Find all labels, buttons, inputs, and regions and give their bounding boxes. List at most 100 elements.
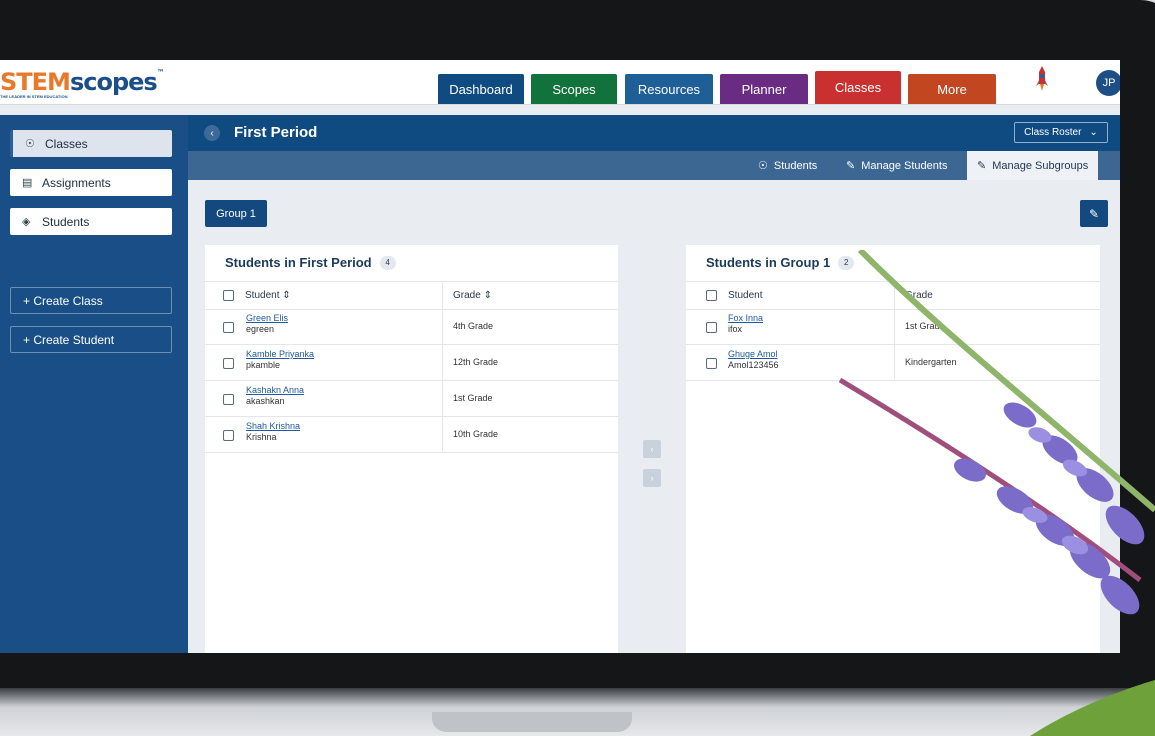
sidebar-item-students[interactable]: ◈ Students: [10, 208, 172, 235]
nav-scopes[interactable]: Scopes: [531, 74, 617, 104]
nav-planner[interactable]: Planner: [720, 74, 808, 104]
column-label: Grade: [453, 290, 481, 301]
class-roster-dropdown[interactable]: Class Roster ⌄: [1014, 122, 1108, 143]
table-row: Ghuge Amol Amol123456 Kindergarten: [686, 344, 1100, 381]
tab-manage-students[interactable]: ✎ Manage Students: [846, 151, 947, 180]
top-header: STEMscopes™ THE LEADER IN STEM EDUCATION…: [0, 60, 1120, 105]
chevron-left-icon: ‹: [650, 444, 654, 454]
chevron-right-icon: ›: [650, 473, 654, 483]
brand-logo[interactable]: STEMscopes™: [0, 68, 165, 96]
graduation-cap-icon: ◈: [22, 216, 31, 228]
student-username: Krishna: [246, 432, 277, 442]
select-all-checkbox[interactable]: [706, 290, 717, 301]
student-username: Amol123456: [728, 360, 779, 370]
student-count-badge: 2: [838, 255, 855, 270]
student-name-link[interactable]: Green Elis: [246, 313, 288, 323]
student-name-link[interactable]: Kashakn Anna: [246, 385, 304, 395]
sort-icon: ⇕: [282, 290, 291, 301]
page-header: ‹ First Period Class Roster ⌄: [188, 115, 1120, 151]
logo-tagline: THE LEADER IN STEM EDUCATION: [0, 94, 68, 99]
nav-dashboard[interactable]: Dashboard: [438, 74, 524, 104]
student-username: ifox: [728, 324, 743, 334]
student-grade: 12th Grade: [453, 357, 499, 367]
class-roster-label: Class Roster: [1024, 127, 1082, 138]
clipboard-icon: ▤: [22, 177, 33, 189]
users-edit-icon: ✎: [977, 160, 987, 172]
column-student[interactable]: Student ⇕: [245, 290, 291, 301]
student-name-link[interactable]: Ghuge Amol: [728, 349, 778, 359]
students-in-group-panel: Students in Group 1 2 Student Grade Fox …: [686, 245, 1100, 653]
row-checkbox[interactable]: [706, 322, 717, 333]
sidebar: ☉ Classes ▤ Assignments ◈ Students + Cre…: [0, 115, 188, 653]
student-username: egreen: [246, 324, 275, 334]
pencil-icon: ✎: [1088, 206, 1100, 221]
table-row: Fox Inna ifox 1st Grade: [686, 308, 1100, 345]
sidebar-item-label: Students: [42, 214, 90, 229]
sidebar-item-label: Classes: [45, 136, 88, 151]
table-row: Shah Krishna Krishna 10th Grade: [205, 416, 618, 453]
student-count-badge: 4: [379, 255, 396, 270]
row-checkbox[interactable]: [223, 394, 234, 405]
group-selector-button[interactable]: Group 1: [205, 200, 267, 227]
row-checkbox[interactable]: [223, 430, 234, 441]
student-name-link[interactable]: Fox Inna: [728, 313, 763, 323]
laptop-notch: [432, 712, 632, 732]
tab-manage-subgroups[interactable]: ✎ Manage Subgroups: [967, 151, 1099, 180]
student-username: akashkan: [246, 396, 285, 406]
sort-icon: ⇕: [483, 290, 492, 301]
nav-classes[interactable]: Classes: [815, 71, 901, 104]
nav-resources[interactable]: Resources: [625, 74, 713, 104]
chevron-down-icon: ⌄: [1089, 127, 1098, 138]
panel-title-text: Students in First Period: [225, 255, 372, 270]
student-username: pkamble: [246, 360, 281, 370]
column-label: Student: [245, 290, 280, 301]
column-grade[interactable]: Grade ⇕: [453, 290, 492, 301]
tab-label: Manage Subgroups: [992, 159, 1089, 172]
row-checkbox[interactable]: [223, 358, 234, 369]
move-left-button[interactable]: ‹: [643, 440, 661, 458]
tab-label: Students: [773, 159, 818, 172]
nav-more[interactable]: More: [908, 74, 996, 104]
logo-prefix: STEM: [0, 68, 71, 96]
student-grade: 10th Grade: [453, 429, 499, 439]
panel-title: Students in First Period 4: [225, 255, 396, 270]
move-right-button[interactable]: ›: [643, 469, 661, 487]
page-title: First Period: [234, 124, 318, 141]
row-checkbox[interactable]: [223, 322, 234, 333]
sidebar-item-assignments[interactable]: ▤ Assignments: [10, 169, 172, 196]
app-screen: STEMscopes™ THE LEADER IN STEM EDUCATION…: [0, 60, 1120, 653]
table-row: Kashakn Anna akashkan 1st Grade: [205, 380, 618, 417]
edit-group-button[interactable]: ✎: [1080, 200, 1108, 227]
user-edit-icon: ✎: [846, 160, 856, 172]
student-name-link[interactable]: Shah Krishna: [246, 421, 300, 431]
student-grade: 1st Grade: [453, 393, 493, 403]
select-all-checkbox[interactable]: [223, 290, 234, 301]
panel-title: Students in Group 1 2: [706, 255, 855, 270]
table-row: Kamble Priyanka pkamble 12th Grade: [205, 344, 618, 381]
chevron-left-icon: ‹: [210, 127, 214, 139]
student-grade: 1st Grade: [905, 321, 945, 331]
back-button[interactable]: ‹: [204, 125, 220, 141]
tab-students[interactable]: ☉ Students: [758, 151, 817, 180]
sidebar-item-classes[interactable]: ☉ Classes: [10, 130, 172, 157]
student-grade: Kindergarten: [905, 357, 957, 367]
tab-bar: ☉ Students ✎ Manage Students ✎ Manage Subgr…: [188, 151, 1120, 180]
create-student-button[interactable]: + Create Student: [10, 326, 172, 353]
user-icon: ☉: [758, 160, 768, 172]
user-avatar[interactable]: JP: [1096, 70, 1120, 96]
row-checkbox[interactable]: [706, 358, 717, 369]
students-in-class-panel: Students in First Period 4 Student ⇕ Gra…: [205, 245, 618, 653]
logo-tm: ™: [156, 68, 165, 77]
student-grade: 4th Grade: [453, 321, 494, 331]
panel-title-text: Students in Group 1: [706, 255, 831, 270]
table-row: Green Elis egreen 4th Grade: [205, 308, 618, 345]
create-class-button[interactable]: + Create Class: [10, 287, 172, 314]
tab-label: Manage Students: [861, 159, 948, 172]
users-icon: ☉: [25, 138, 35, 150]
rocket-icon[interactable]: [1036, 66, 1048, 92]
student-name-link[interactable]: Kamble Priyanka: [246, 349, 314, 359]
sidebar-item-label: Assignments: [42, 175, 111, 190]
column-student: Student: [728, 290, 763, 301]
column-grade: Grade: [905, 290, 933, 301]
table-header: Student ⇕ Grade ⇕: [205, 281, 618, 310]
